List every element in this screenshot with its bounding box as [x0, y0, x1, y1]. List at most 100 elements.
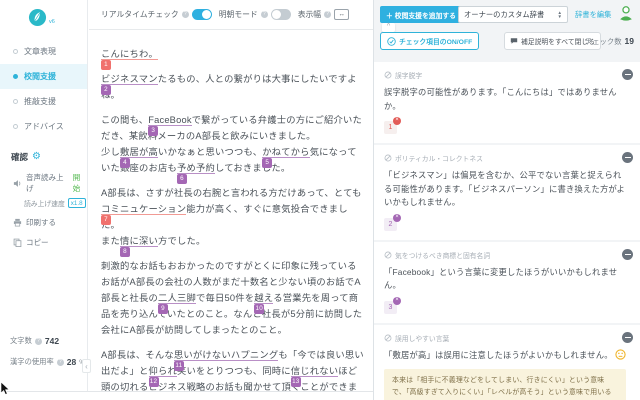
editor-text[interactable]: こんにちわ。 1 ビジネスマン 2 たるもの、人との繋がりは大事にしたいですよね。この間…	[89, 30, 373, 391]
user-avatar[interactable]	[617, 4, 635, 22]
app-logo[interactable]: v6	[0, 0, 87, 27]
plain-text: 方でした。	[158, 236, 206, 246]
card-category-label: ポリティカル・コレクトネス	[395, 156, 483, 163]
flagged-text[interactable]: 仰られ 12	[148, 366, 177, 387]
paragraph[interactable]: この間も、FaceBook 3 で繋がっている弁護士の方にご紹介いただき、某飲料メー…	[101, 112, 364, 184]
mincho-mode-toggle[interactable]	[270, 9, 291, 20]
card-note-line: 本来は「相手に不義理などをしてしまい、行きにくい」という意味で、「高級すぎて入り…	[392, 377, 612, 396]
flagged-text[interactable]: 信じれない 13	[290, 366, 339, 387]
info-icon[interactable]: ?	[181, 11, 189, 18]
document-stats: 文字数 ? 742 漢字の使用率 ? 28%	[0, 325, 87, 367]
speech-speed-row: 読み上げ速度 x1.8	[0, 194, 87, 208]
mouse-cursor	[0, 381, 10, 395]
info-icon[interactable]: ?	[260, 11, 268, 18]
ignore-category-icon	[384, 334, 392, 341]
char-count-label: 文字数	[10, 336, 32, 345]
paragraph[interactable]: 刺激的なお話もおおかったのですがとくに印象に残っているお話がA部長の会社の人数が…	[101, 258, 364, 338]
realtime-check-group: リアルタイムチェック ?	[101, 9, 212, 20]
sidebar-item-label: 推敲支援	[24, 97, 56, 106]
sidebar-item-3[interactable]: アドバイス	[0, 114, 87, 139]
flagged-text[interactable]: 敷居が高 4	[120, 147, 158, 168]
plus-icon: ＋	[386, 12, 393, 20]
flagged-text[interactable]: FaceBook 3	[148, 115, 192, 136]
plain-text: A部長は、そんな	[101, 350, 174, 360]
copy-button[interactable]: コピー	[0, 228, 87, 248]
editor-bottom-edge	[0, 391, 373, 400]
printer-icon	[13, 218, 22, 227]
mincho-mode-label: 明朝モード	[218, 10, 258, 19]
collapse-card-button[interactable]	[622, 331, 633, 343]
collapse-card-button[interactable]	[622, 69, 633, 80]
paragraph[interactable]: A部長は、さすが社長の右腕と言われる方だけあって、とてもコミニュケーション 7 能力…	[101, 185, 364, 257]
flagged-text[interactable]: 情に深い 8	[120, 236, 158, 257]
collapse-card-button[interactable]	[622, 152, 633, 163]
panel-header: ＋ 校閲支援を追加する ^ オーナーのカスタム辞書 ▲ ▼ 辞書を編集	[374, 0, 640, 32]
char-count-row: 文字数 ? 742	[10, 336, 87, 346]
display-width-label: 表示幅	[297, 10, 322, 19]
dictionary-select-value: オーナーのカスタム辞書	[464, 9, 545, 19]
realtime-check-toggle[interactable]	[191, 9, 212, 20]
check-items-onoff-button[interactable]: チェック項目のON/OFF	[380, 32, 480, 50]
char-count-value: 742	[44, 336, 60, 346]
speech-speed-label: 読み上げ速度	[24, 201, 65, 208]
card-message: 誤字脱字の可能性があります。「こんにちは」ではありませんか。	[384, 87, 617, 111]
issue-number-badge: 9	[157, 304, 168, 314]
plain-text: 少し	[101, 147, 120, 157]
nav-bullet-icon	[13, 74, 18, 79]
card-note: 本来は「相手に不義理などをしてしまい、行きにくい」という意味で、「高級すぎて入り…	[384, 369, 626, 400]
flagged-text[interactable]: 越え 10	[254, 293, 274, 314]
display-width-button[interactable]: ↔	[334, 9, 350, 20]
collapse-card-button[interactable]	[622, 248, 633, 260]
card-category-row: ポリティカル・コレクトネス	[384, 153, 626, 163]
issue-number-badge: 6	[176, 174, 187, 184]
card-issue-badge[interactable]: 1 ×	[384, 117, 401, 134]
card-issue-badge[interactable]: 2 ×	[384, 213, 401, 231]
sidebar-item-0[interactable]: 文章表現	[0, 39, 87, 64]
sidebar: v6 文章表現 校閲支援 推敲支援 アドバイス 確認 ⚙ 音声読み上げ 開始 読み上げ…	[0, 0, 91, 391]
sidebar-item-2[interactable]: 推敲支援	[0, 89, 87, 114]
flagged-text[interactable]: 思いがけないハプニング 11	[173, 350, 279, 371]
speech-speed-badge[interactable]: x1.8	[67, 198, 86, 208]
paragraph[interactable]: こんにちわ。 1	[101, 46, 364, 70]
flagged-text[interactable]: ビジネスマン 2	[101, 74, 158, 95]
ignore-category-icon	[384, 154, 392, 162]
info-icon[interactable]: ?	[324, 11, 332, 18]
sidebar-item-1[interactable]: 校閲支援	[0, 64, 87, 89]
sidebar-item-label: 校閲支援	[24, 72, 56, 81]
check-card: ポリティカル・コレクトネス 「ビジネスマン」は偏見を含むか、公平でない言葉と捉えら…	[374, 145, 640, 240]
speech-start-link[interactable]: 開始	[73, 172, 87, 194]
flagged-text[interactable]: かねてから 5	[262, 147, 310, 168]
sidebar-item-label: アドバイス	[24, 122, 64, 131]
check-count-value: 19	[624, 36, 634, 46]
dismiss-x-icon[interactable]: ×	[393, 213, 401, 222]
edit-dictionary-link[interactable]: 辞書を編集	[575, 10, 611, 20]
info-icon[interactable]: ?	[56, 358, 64, 366]
nav-bullet-icon	[13, 49, 18, 54]
toggle-knob	[201, 10, 211, 19]
check-card: 誤字脱字 誤字脱字の可能性があります。「こんにちは」ではありませんか。 1 ×	[374, 62, 640, 143]
dismiss-x-icon[interactable]: ×	[393, 117, 401, 125]
kanji-rate-label: 漢字の使用率	[10, 357, 54, 366]
panel-actions: チェック項目のON/OFF 補足説明をすべて閉じる チェック数 19	[374, 30, 640, 58]
flagged-text[interactable]: 予め予約 6	[176, 163, 215, 184]
kanji-rate-value: 28	[66, 357, 77, 367]
select-arrows-icon: ▲ ▼	[557, 10, 562, 19]
info-icon[interactable]: ?	[34, 337, 42, 345]
check-card: 気をつけるべき商標と固有名詞 「Facebook」という言葉に変更したほうがいいか…	[374, 241, 640, 323]
paragraph[interactable]: ビジネスマン 2 たるもの、人との繋がりは大事にしたいですよね。	[101, 71, 364, 103]
flagged-text[interactable]: こんにちわ。 1	[101, 49, 158, 70]
dismiss-x-icon[interactable]: ×	[393, 296, 401, 305]
dictionary-select[interactable]: オーナーのカスタム辞書 ▲ ▼	[458, 6, 568, 23]
gear-icon[interactable]: ⚙	[32, 152, 41, 162]
flagged-text[interactable]: コミニュケーション 7	[101, 204, 187, 225]
add-review-support-button[interactable]: ＋ 校閲支援を追加する	[380, 6, 462, 23]
plain-text: また	[101, 236, 120, 246]
text-to-speech-button[interactable]: 音声読み上げ 開始	[0, 163, 87, 194]
card-issue-badge[interactable]: 3 ×	[384, 296, 401, 314]
sidebar-collapse-button[interactable]: ‹	[82, 359, 91, 373]
paragraph[interactable]: A部長は、そんな思いがけないハプニング 11 も「今では良い思い出だよ」と仰られ 12…	[101, 347, 364, 391]
print-button[interactable]: 印刷する	[0, 208, 87, 228]
flagged-text[interactable]: 二人三脚 9	[157, 293, 196, 314]
check-count-label: チェック数	[585, 37, 622, 46]
issue-number-badge: 10	[254, 304, 265, 314]
